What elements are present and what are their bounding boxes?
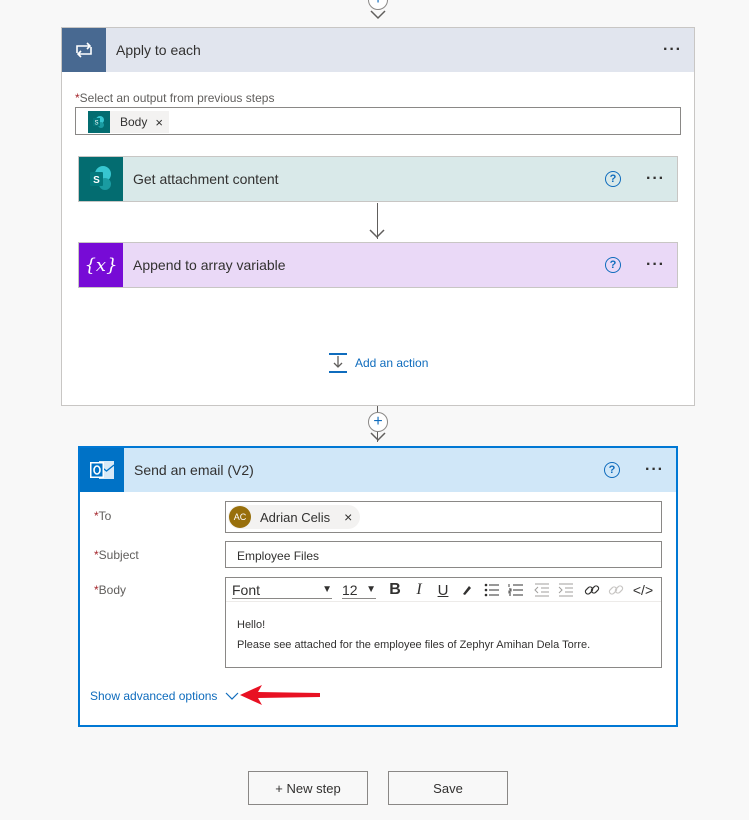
new-step-button[interactable]: + New step xyxy=(248,771,368,805)
sharepoint-icon: S xyxy=(88,111,110,133)
rich-text-toolbar: Font ▼ 12 ▼ B I U </> xyxy=(226,578,661,602)
subject-value: Employee Files xyxy=(237,549,320,563)
svg-text:S: S xyxy=(94,121,98,127)
numbered-list-icon[interactable] xyxy=(506,581,526,599)
recipient-token[interactable]: AC Adrian Celis × xyxy=(228,505,361,529)
increase-indent-icon[interactable] xyxy=(556,581,576,599)
help-icon[interactable]: ? xyxy=(605,171,621,187)
select-output-field[interactable]: S Body × xyxy=(75,107,681,135)
to-field[interactable]: AC Adrian Celis × xyxy=(225,501,662,533)
apply-to-each-header[interactable]: Apply to each ··· xyxy=(62,28,694,72)
remove-recipient-icon[interactable]: × xyxy=(344,509,352,525)
to-label: *To xyxy=(94,509,112,523)
bulleted-list-icon[interactable] xyxy=(482,581,502,599)
body-token[interactable]: S Body × xyxy=(88,111,169,133)
recipient-name: Adrian Celis xyxy=(260,509,331,525)
italic-button[interactable]: I xyxy=(410,581,428,599)
show-advanced-options-link[interactable]: Show advanced options xyxy=(90,689,239,703)
send-email-card: Send an email (V2) ? ··· *To AC Adrian C… xyxy=(78,446,678,727)
subject-field[interactable]: Employee Files xyxy=(225,541,662,568)
underline-button[interactable]: U xyxy=(434,581,452,599)
help-icon[interactable]: ? xyxy=(604,462,620,478)
sharepoint-icon: S xyxy=(79,157,123,201)
get-attachment-content-action[interactable]: S Get attachment content ? ··· xyxy=(78,156,678,202)
chevron-down-icon: ▼ xyxy=(366,584,376,595)
send-email-title: Send an email (V2) xyxy=(134,462,254,478)
apply-to-each-card: Apply to each ··· *Select an output from… xyxy=(61,27,695,406)
add-an-action-label: Add an action xyxy=(355,356,429,370)
bold-button[interactable]: B xyxy=(386,581,404,599)
more-options-icon[interactable]: ··· xyxy=(646,256,665,274)
outlook-icon xyxy=(80,448,124,492)
action-title: Get attachment content xyxy=(133,171,279,187)
remove-token-icon[interactable]: × xyxy=(155,115,163,130)
append-to-array-variable-action[interactable]: {x} Append to array variable ? ··· xyxy=(78,242,678,288)
arrow-down-icon xyxy=(369,229,385,239)
body-token-label: Body xyxy=(120,115,148,129)
body-line: Hello! xyxy=(237,619,266,631)
highlight-icon[interactable] xyxy=(458,581,476,599)
body-label: *Body xyxy=(94,583,127,597)
subject-label: *Subject xyxy=(94,548,139,562)
link-icon[interactable] xyxy=(582,581,602,599)
loop-icon xyxy=(62,28,106,72)
body-line: Please see attached for the employee fil… xyxy=(237,639,591,651)
apply-to-each-title: Apply to each xyxy=(116,42,201,58)
more-options-icon[interactable]: ··· xyxy=(646,170,665,188)
font-family-dropdown[interactable]: Font ▼ xyxy=(232,581,332,599)
more-options-icon[interactable]: ··· xyxy=(645,461,664,479)
action-title: Append to array variable xyxy=(133,257,286,273)
save-button[interactable]: Save xyxy=(388,771,508,805)
svg-text:S: S xyxy=(93,175,100,186)
select-output-label: *Select an output from previous steps xyxy=(75,91,275,105)
font-size-dropdown[interactable]: 12 ▼ xyxy=(342,581,376,599)
send-email-header[interactable]: Send an email (V2) ? ··· xyxy=(80,448,676,492)
unlink-icon[interactable] xyxy=(606,581,626,599)
avatar: AC xyxy=(229,506,251,528)
decrease-indent-icon[interactable] xyxy=(532,581,552,599)
variable-icon: {x} xyxy=(79,243,123,287)
add-an-action-button[interactable]: Add an action xyxy=(327,352,428,374)
body-editor[interactable]: Font ▼ 12 ▼ B I U </> Hello! Please see … xyxy=(225,577,662,668)
insert-step-icon[interactable]: + xyxy=(368,412,388,432)
help-icon[interactable]: ? xyxy=(605,257,621,273)
add-action-icon xyxy=(329,353,347,373)
arrow-down-icon xyxy=(370,10,386,20)
code-view-button[interactable]: </> xyxy=(630,581,656,599)
arrow-down-icon xyxy=(370,432,386,442)
annotation-arrow-icon xyxy=(240,685,320,705)
more-options-icon[interactable]: ··· xyxy=(663,41,682,59)
chevron-down-icon: ▼ xyxy=(322,584,332,595)
